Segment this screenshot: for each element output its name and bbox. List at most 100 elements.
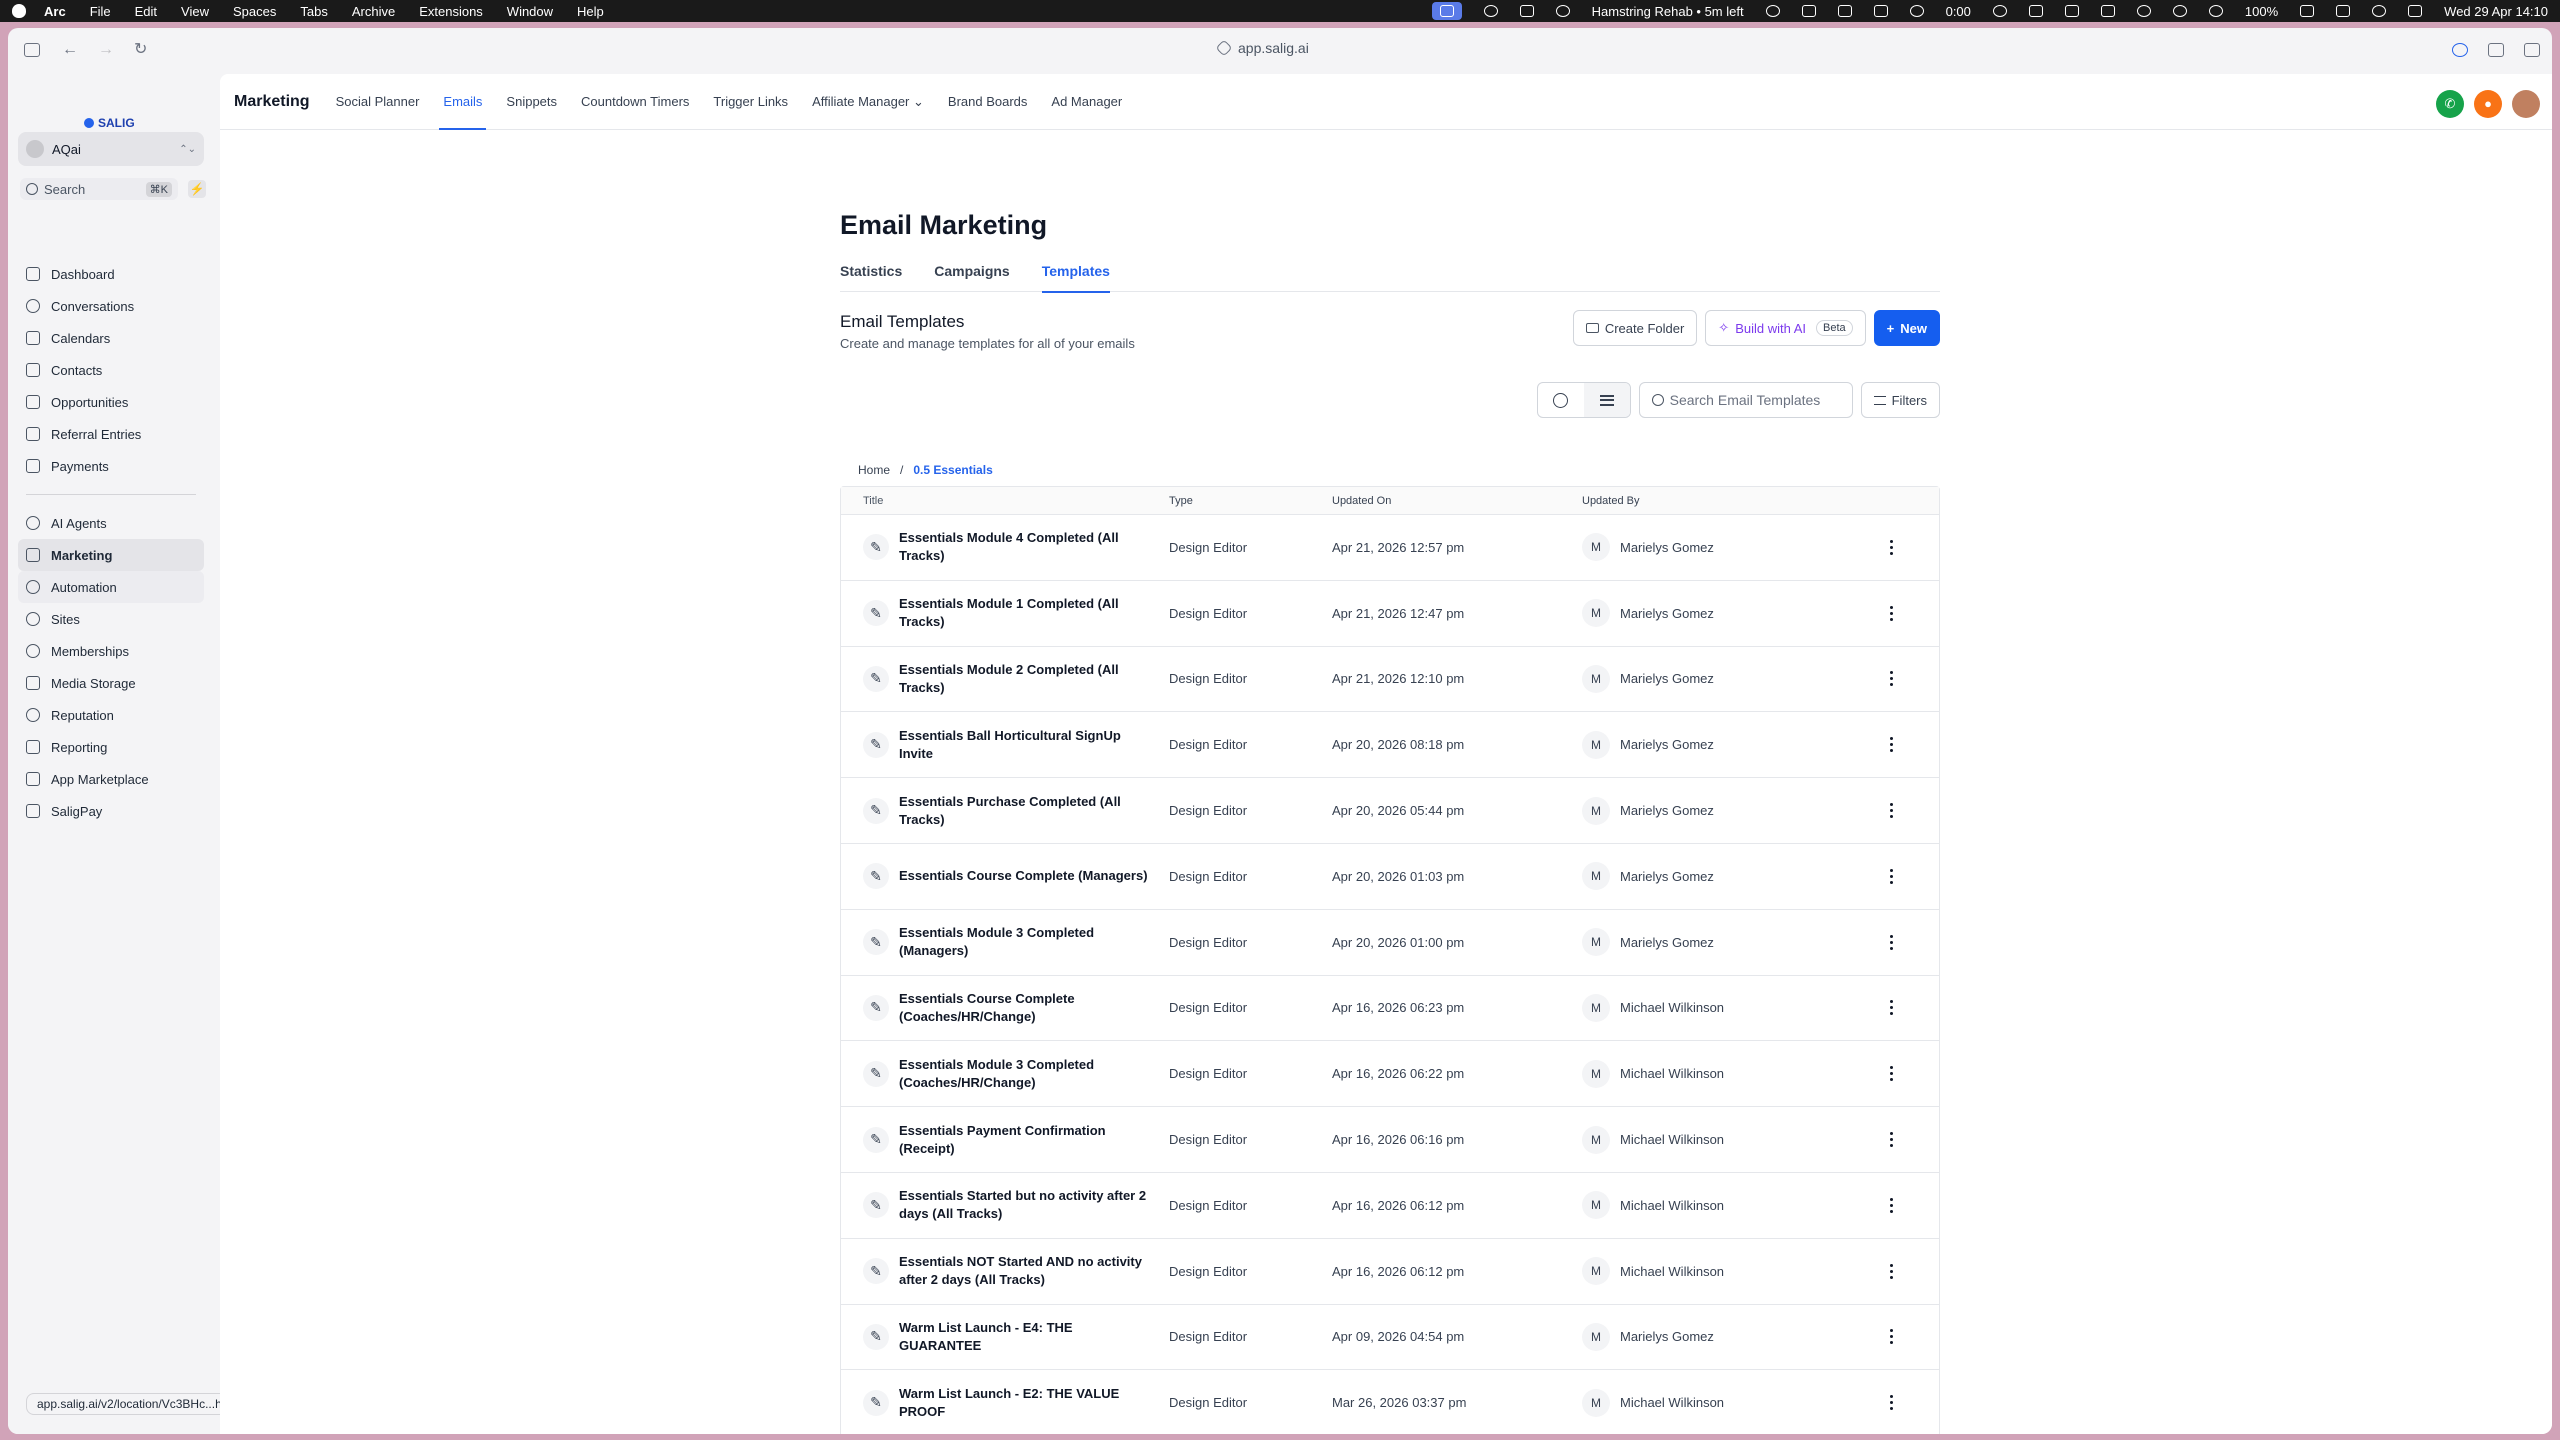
muted-icon[interactable]: [2064, 5, 2079, 17]
play-icon[interactable]: [2172, 5, 2187, 17]
pencil-icon[interactable]: ✎: [863, 1389, 889, 1416]
template-title[interactable]: Warm List Launch - E4: THE GUARANTEE: [899, 1319, 1149, 1355]
reminder-status[interactable]: Hamstring Rehab • 5m left: [1592, 4, 1744, 19]
header-updated-on[interactable]: Updated On: [1332, 495, 1582, 507]
template-title[interactable]: Warm List Launch - E2: THE VALUE PROOF: [899, 1385, 1149, 1421]
table-row[interactable]: ✎ Essentials Module 2 Completed (All Trac…: [841, 647, 1939, 713]
table-row[interactable]: ✎ Essentials Started but no activity afte…: [841, 1173, 1939, 1239]
new-template-button[interactable]: + New: [1873, 310, 1940, 346]
table-row[interactable]: ✎ Essentials Module 3 Completed (Coaches/…: [841, 1041, 1939, 1108]
sidebar-item-payments[interactable]: Payments: [18, 450, 204, 482]
notes-icon[interactable]: [2488, 43, 2504, 57]
sidebar-item-media-storage[interactable]: Media Storage: [18, 667, 204, 699]
table-row[interactable]: ✎ Essentials Course Complete (Managers) De…: [841, 844, 1939, 910]
menu-edit[interactable]: Edit: [135, 4, 157, 19]
menu-extensions[interactable]: Extensions: [419, 4, 483, 19]
table-row[interactable]: ✎ Essentials Module 3 Completed (Managers…: [841, 910, 1939, 976]
build-with-ai-button[interactable]: ✧ Build with AI Beta: [1705, 310, 1866, 346]
battery-icon[interactable]: [2300, 5, 2315, 17]
table-row[interactable]: ✎ Essentials Module 1 Completed (All Trac…: [841, 581, 1939, 647]
table-row[interactable]: ✎ Essentials Payment Confirmation (Receip…: [841, 1107, 1939, 1173]
back-icon[interactable]: ←: [62, 42, 78, 58]
bluetooth-icon[interactable]: [1837, 5, 1852, 17]
cloud-icon[interactable]: [1992, 5, 2007, 17]
template-title[interactable]: Essentials NOT Started AND no activity a…: [899, 1253, 1149, 1289]
pencil-icon[interactable]: ✎: [863, 863, 889, 890]
sidebar-item-conversations[interactable]: Conversations: [18, 290, 204, 322]
apple-icon[interactable]: [12, 4, 26, 18]
list-view-button[interactable]: [1583, 383, 1630, 417]
vpn-icon[interactable]: [1909, 5, 1924, 17]
tab-social-planner[interactable]: Social Planner: [336, 74, 420, 130]
table-row[interactable]: ✎ Essentials Ball Horticultural SignUp In…: [841, 712, 1939, 779]
menu-view[interactable]: View: [181, 4, 209, 19]
account-switcher[interactable]: AQai ⌃⌄: [18, 132, 204, 166]
menu-arc[interactable]: Arc: [44, 4, 66, 19]
template-title[interactable]: Essentials Course Complete (Managers): [899, 867, 1149, 885]
salig-logo[interactable]: SALIG: [84, 116, 135, 130]
pencil-icon[interactable]: ✎: [863, 731, 889, 758]
template-title[interactable]: Essentials Course Complete (Coaches/HR/C…: [899, 990, 1149, 1026]
sidebar-item-opportunities[interactable]: Opportunities: [18, 386, 204, 418]
row-actions[interactable]: [1846, 940, 1936, 944]
cursor-icon[interactable]: [1873, 5, 1888, 17]
clock[interactable]: Wed 29 Apr 14:10: [2444, 4, 2548, 19]
row-actions[interactable]: [1846, 809, 1936, 813]
create-folder-button[interactable]: Create Folder: [1572, 310, 1698, 346]
tab-countdown-timers[interactable]: Countdown Timers: [581, 74, 689, 130]
pencil-icon[interactable]: ✎: [863, 1192, 889, 1219]
row-actions[interactable]: [1846, 1138, 1936, 1142]
stats-icon[interactable]: [1519, 5, 1534, 17]
template-title[interactable]: Essentials Module 3 Completed (Managers): [899, 924, 1149, 960]
sidebar-item-reporting[interactable]: Reporting: [18, 731, 204, 763]
row-actions[interactable]: [1846, 1072, 1936, 1076]
pencil-icon[interactable]: ✎: [863, 929, 889, 956]
menu-archive[interactable]: Archive: [352, 4, 395, 19]
search-status-icon[interactable]: [1483, 5, 1498, 17]
sidebar-item-calendars[interactable]: Calendars: [18, 322, 204, 354]
phone-icon[interactable]: ✆: [2436, 90, 2464, 118]
spotlight-icon[interactable]: [2372, 5, 2387, 17]
brightness-icon[interactable]: [1555, 5, 1570, 17]
split-view-icon[interactable]: [2524, 43, 2540, 57]
filters-button[interactable]: Filters: [1860, 382, 1940, 418]
tab-brand-boards[interactable]: Brand Boards: [948, 74, 1028, 130]
menu-window[interactable]: Window: [507, 4, 553, 19]
wifi-off-icon[interactable]: [2336, 5, 2351, 17]
table-row[interactable]: ✎ Warm List Launch - E4: THE GUARANTEE Des…: [841, 1305, 1939, 1371]
template-title[interactable]: Essentials Purchase Completed (All Track…: [899, 793, 1149, 829]
header-title[interactable]: Title: [841, 495, 1169, 507]
sidebar-item-reputation[interactable]: Reputation: [18, 699, 204, 731]
pencil-icon[interactable]: ✎: [863, 600, 889, 627]
template-title[interactable]: Essentials Module 3 Completed (Coaches/H…: [899, 1056, 1149, 1092]
notion-icon[interactable]: [2028, 5, 2043, 17]
table-row[interactable]: ✎ Warm List Launch - E2: THE VALUE PROOF D…: [841, 1370, 1939, 1434]
table-row[interactable]: ✎ Essentials Purchase Completed (All Trac…: [841, 778, 1939, 844]
sidebar-toggle-icon[interactable]: [24, 43, 40, 57]
control-center-icon[interactable]: [2408, 5, 2423, 17]
sidebar-search[interactable]: Search ⌘K: [20, 178, 178, 200]
sidebar-item-app-marketplace[interactable]: App Marketplace: [18, 763, 204, 795]
template-title[interactable]: Essentials Started but no activity after…: [899, 1187, 1149, 1223]
quick-action-icon[interactable]: ⚡: [188, 180, 206, 198]
sidebar-item-automation[interactable]: Automation: [18, 571, 204, 603]
tab-affiliate-manager[interactable]: Affiliate Manager ⌄: [812, 74, 924, 130]
recent-view-button[interactable]: [1538, 383, 1584, 417]
sync-icon[interactable]: [1801, 5, 1816, 17]
pencil-icon[interactable]: ✎: [863, 1258, 889, 1285]
pencil-icon[interactable]: ✎: [863, 665, 889, 692]
sidebar-item-saligpay[interactable]: SaligPay: [18, 795, 204, 827]
header-updated-by[interactable]: Updated By: [1582, 495, 1846, 507]
dropbox-icon[interactable]: [2208, 5, 2223, 17]
user-avatar[interactable]: [2512, 90, 2540, 118]
menu-tabs[interactable]: Tabs: [300, 4, 327, 19]
row-actions[interactable]: [1846, 1269, 1936, 1273]
fingerprint-icon[interactable]: [1765, 5, 1780, 17]
timer-status[interactable]: 0:00: [1946, 4, 1971, 19]
sidebar-item-contacts[interactable]: Contacts: [18, 354, 204, 386]
sidebar-item-referral-entries[interactable]: Referral Entries: [18, 418, 204, 450]
notification-bell-icon[interactable]: ●: [2474, 90, 2502, 118]
pencil-icon[interactable]: ✎: [863, 994, 889, 1021]
tab-trigger-links[interactable]: Trigger Links: [713, 74, 788, 130]
row-actions[interactable]: [1846, 1401, 1936, 1405]
